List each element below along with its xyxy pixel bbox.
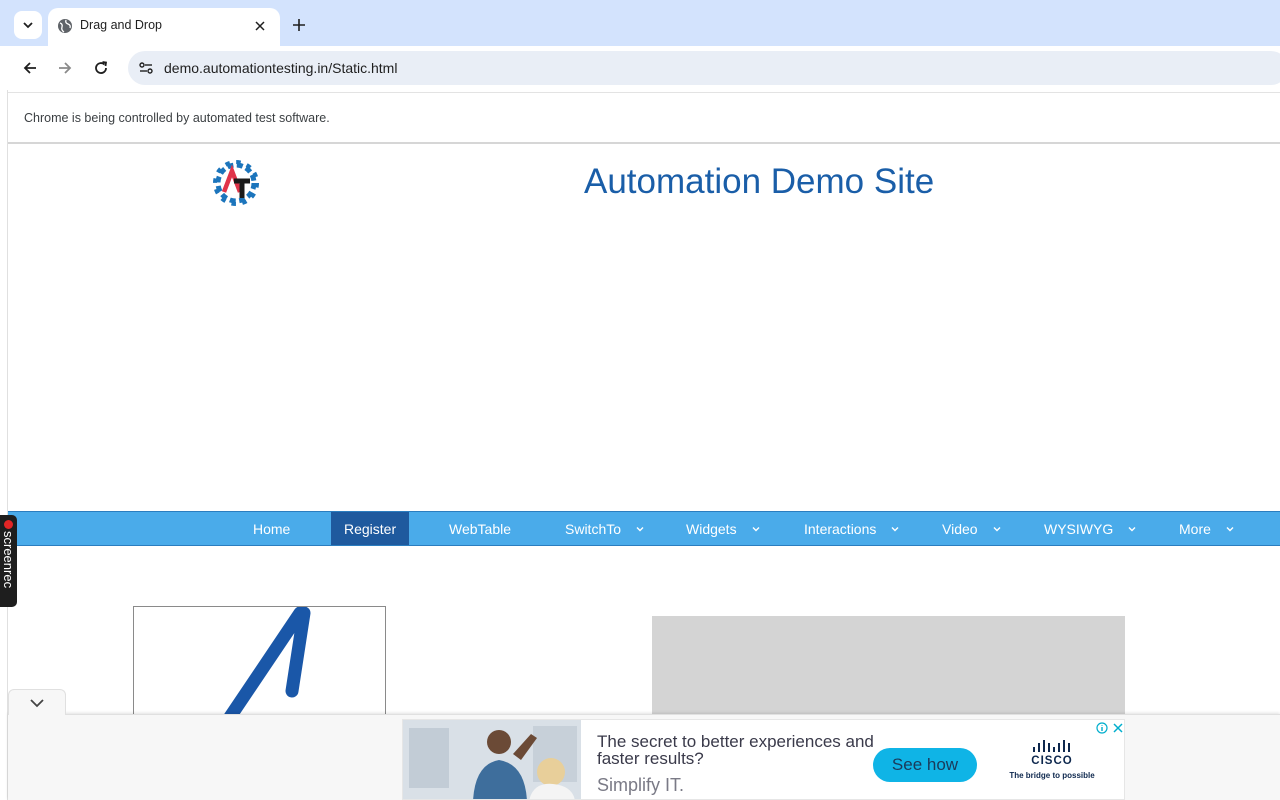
site-info-button[interactable] bbox=[134, 56, 158, 80]
chevron-down-icon bbox=[992, 524, 1002, 534]
site-logo bbox=[213, 160, 259, 206]
chevron-down-icon bbox=[23, 22, 33, 29]
nav-more-label: More bbox=[1179, 520, 1211, 537]
nav-interactions[interactable]: Interactions bbox=[804, 512, 900, 545]
automation-infobar: Chrome is being controlled by automated … bbox=[8, 92, 1280, 144]
nav-home[interactable]: Home bbox=[253, 512, 290, 545]
nav-wysiwyg-label: WYSIWYG bbox=[1044, 520, 1114, 537]
tab-title: Drag and Drop bbox=[80, 18, 162, 32]
nav-webtable-label: WebTable bbox=[449, 520, 512, 537]
cisco-tagline: The bridge to possible bbox=[1009, 771, 1095, 780]
drag-source-box bbox=[133, 606, 386, 726]
drop-target-area[interactable] bbox=[652, 616, 1125, 726]
screenrec-widget[interactable]: screenrec bbox=[0, 515, 17, 607]
nav-switchto[interactable]: SwitchTo bbox=[565, 512, 645, 545]
arrow-right-icon bbox=[59, 62, 72, 74]
reload-icon bbox=[95, 61, 108, 74]
chevron-down-icon bbox=[30, 698, 44, 707]
tune-icon bbox=[139, 62, 153, 74]
page-left-edge bbox=[0, 90, 8, 800]
nav-video-label: Video bbox=[942, 520, 978, 537]
tab-drag-and-drop[interactable]: Drag and Drop bbox=[48, 8, 280, 46]
nav-switchto-label: SwitchTo bbox=[565, 520, 622, 537]
back-button[interactable] bbox=[17, 55, 43, 81]
nav-home-label: Home bbox=[253, 520, 291, 537]
ad-close-icon[interactable] bbox=[1111, 721, 1124, 735]
chevron-down-icon bbox=[751, 524, 761, 534]
cisco-wordmark: CISCO bbox=[1031, 755, 1073, 767]
ad-info-icon[interactable] bbox=[1095, 721, 1109, 735]
cisco-logo: CISCO The bridge to possible bbox=[999, 740, 1105, 784]
ad-headline: The secret to better experiences and fas… bbox=[597, 732, 874, 768]
close-icon bbox=[255, 21, 265, 31]
draggable-logo-image[interactable] bbox=[134, 607, 386, 726]
globe-icon bbox=[58, 19, 72, 33]
nav-video[interactable]: Video bbox=[942, 512, 1002, 545]
screenrec-label: screenrec bbox=[1, 531, 16, 589]
nav-register[interactable]: Register bbox=[331, 512, 410, 545]
nav-widgets[interactable]: Widgets bbox=[686, 512, 761, 545]
address-bar[interactable]: demo.automationtesting.in/Static.html bbox=[128, 51, 1280, 85]
chevron-down-icon bbox=[1225, 524, 1235, 534]
url-text: demo.automationtesting.in/Static.html bbox=[164, 60, 398, 76]
new-tab-button[interactable] bbox=[288, 14, 310, 36]
chevron-down-icon bbox=[635, 524, 645, 534]
ad-photo bbox=[403, 720, 581, 799]
chevron-down-icon bbox=[1127, 524, 1137, 534]
plus-icon bbox=[293, 19, 305, 31]
browser-toolbar: demo.automationtesting.in/Static.html bbox=[0, 46, 1280, 90]
ad-subline: Simplify IT. bbox=[597, 775, 685, 795]
tab-search-button[interactable] bbox=[14, 11, 42, 39]
forward-button[interactable] bbox=[52, 55, 78, 81]
see-how-button[interactable]: See how bbox=[873, 748, 977, 782]
ad-collapse-button[interactable] bbox=[8, 689, 66, 715]
main-nav: Home Register WebTable SwitchTo Widgets … bbox=[8, 511, 1280, 546]
cisco-ad[interactable]: The secret to better experiences and fas… bbox=[402, 719, 1125, 800]
nav-wysiwyg[interactable]: WYSIWYG bbox=[1044, 512, 1137, 545]
tab-close-button[interactable] bbox=[250, 16, 270, 36]
tab-strip: Drag and Drop bbox=[0, 0, 1280, 46]
reload-button[interactable] bbox=[88, 55, 114, 81]
nav-webtable[interactable]: WebTable bbox=[449, 512, 511, 545]
arrow-left-icon bbox=[23, 62, 36, 74]
nav-interactions-label: Interactions bbox=[804, 520, 877, 537]
record-icon bbox=[4, 520, 13, 529]
site-title: Automation Demo Site bbox=[584, 162, 935, 201]
infobar-text: Chrome is being controlled by automated … bbox=[24, 111, 330, 125]
chevron-down-icon bbox=[890, 524, 900, 534]
nav-more[interactable]: More bbox=[1179, 512, 1235, 545]
nav-register-label: Register bbox=[344, 520, 397, 537]
nav-widgets-label: Widgets bbox=[686, 520, 737, 537]
